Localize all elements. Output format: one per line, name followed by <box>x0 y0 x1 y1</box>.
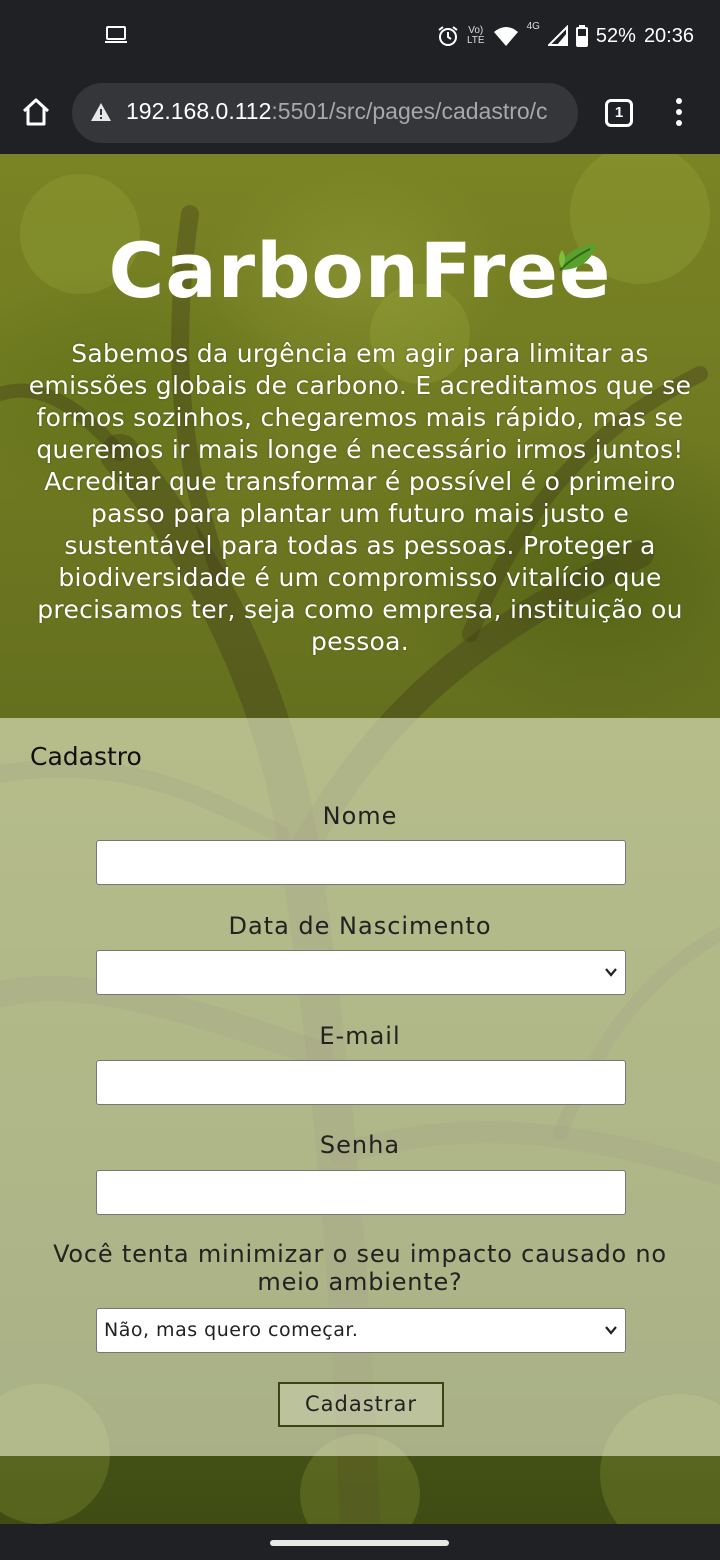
cell-signal-icon <box>547 25 568 46</box>
system-nav-bar <box>0 1524 720 1560</box>
hero-description: Sabemos da urgência em agir para limitar… <box>28 339 692 656</box>
name-label: Nome <box>322 802 398 830</box>
volte-icon: Vo) LTE <box>466 25 485 46</box>
laptop-icon <box>105 26 127 43</box>
url-text: 192.168.0.112:5501/src/pages/cadastro/c <box>126 98 548 124</box>
battery-level: 52% <box>595 24 636 47</box>
submit-button[interactable]: Cadastrar <box>278 1382 444 1427</box>
name-input[interactable] <box>96 840 626 885</box>
status-bar: Vo) LTE 4G 52% 20:36 <box>0 0 720 72</box>
home-icon[interactable] <box>20 96 52 128</box>
impact-select[interactable]: Não, mas quero começar. <box>96 1308 626 1353</box>
password-label: Senha <box>319 1131 401 1159</box>
password-input[interactable] <box>96 1170 626 1215</box>
browser-toolbar: 192.168.0.112:5501/src/pages/cadastro/c … <box>0 72 720 154</box>
impact-question: Você tenta minimizar o seu impacto causa… <box>53 1240 667 1296</box>
form-title: Cadastro <box>30 742 142 771</box>
birth-date-select[interactable] <box>96 950 626 995</box>
clock: 20:36 <box>643 24 694 47</box>
signup-form: Cadastro Nome Data de Nascimento E-mail … <box>0 718 720 1456</box>
tab-switcher-button[interactable]: 1 <box>605 99 633 127</box>
leaf-icon <box>559 244 596 271</box>
network-type: 4G <box>526 21 540 32</box>
page-content: CarbonFree Sabemos da urgência em agir p… <box>0 154 720 1524</box>
home-gesture-handle[interactable] <box>270 1540 449 1546</box>
more-menu-icon[interactable] <box>668 98 690 130</box>
battery-icon <box>575 25 588 47</box>
birth-date-label: Data de Nascimento <box>228 912 492 940</box>
warning-icon[interactable] <box>90 102 112 122</box>
hero-section: CarbonFree Sabemos da urgência em agir p… <box>0 154 720 718</box>
email-input[interactable] <box>96 1060 626 1105</box>
wifi-icon <box>493 27 518 46</box>
chevron-down-icon <box>605 968 617 977</box>
chevron-down-icon <box>605 1326 617 1335</box>
brand-logo: CarbonFree <box>108 226 612 315</box>
status-icons: Vo) LTE 4G 52% 20:36 <box>437 22 694 50</box>
email-label: E-mail <box>319 1022 401 1050</box>
address-bar[interactable]: 192.168.0.112:5501/src/pages/cadastro/c <box>72 83 578 143</box>
impact-select-value: Não, mas quero começar. <box>104 1319 359 1341</box>
alarm-icon <box>438 26 458 46</box>
